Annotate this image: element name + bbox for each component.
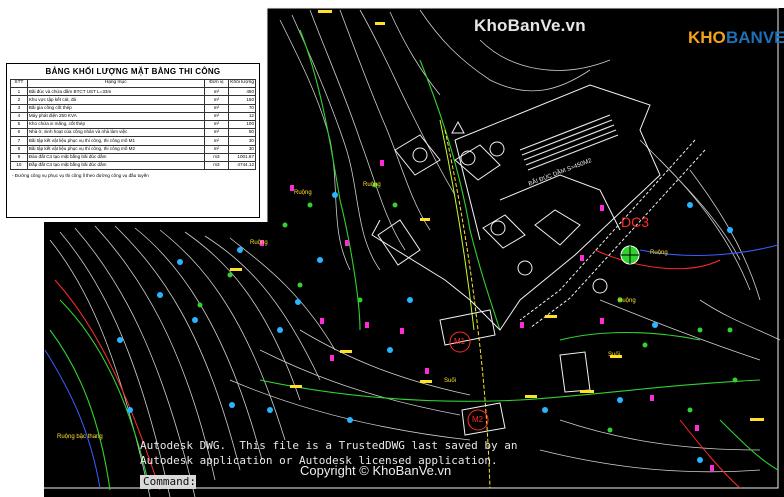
rice-field-label: Ruộng (650, 250, 668, 256)
col-header-quantity: Khối lượng (228, 78, 256, 89)
cell-quantity: 4744.12 (228, 160, 256, 171)
col-header-stt: STT (10, 78, 28, 89)
cell-quantity: 150 (228, 95, 256, 105)
cell-item: Bãi đúc và chứa dầm BTCT UST L=33m (26, 87, 205, 97)
logo-part-banve: BANVE (726, 28, 784, 47)
cell-unit: m² (203, 119, 230, 130)
table-row: 9 Đào đất C4 tạo mặt bằng bãi đúc dầm m3 10… (10, 152, 256, 162)
cell-stt: 7 (10, 136, 28, 146)
brand-text: KhoBanVe.vn (474, 16, 586, 35)
col-header-unit: Đơn vị (203, 78, 230, 89)
cell-item: Bãi gia công cốt thép (26, 103, 205, 113)
stream-label: Suối (444, 378, 457, 384)
cell-quantity: 1001.67 (228, 152, 256, 162)
abutment-m2-label: M2 (472, 415, 484, 424)
cell-stt: 6 (10, 128, 28, 138)
cell-quantity: 30 (228, 136, 256, 146)
table-row: 5 Kho chứa xi măng, cốt thép m² 100 (10, 119, 256, 130)
cell-item: Kho chứa xi măng, cốt thép (26, 119, 205, 130)
table-row: 2 Khu vực tập kết cát, đá m² 150 (10, 95, 256, 105)
stream-label: Suối (608, 352, 621, 358)
cell-stt: 3 (10, 103, 28, 113)
cell-unit: m² (203, 111, 230, 121)
cell-item: Khu vực tập kết cát, đá (26, 95, 205, 105)
cell-unit: m² (203, 87, 230, 97)
cell-unit: m² (203, 95, 230, 105)
notice-line-1: Autodesk DWG. This file is a TrustedDWG … (140, 439, 518, 452)
quantity-table-grid: STT Hạng mục Đơn vị Khối lượng 1 Bãi đúc … (10, 78, 256, 171)
table-row: 6 Nhà ở, sinh hoạt của công nhân và nhà l… (10, 128, 256, 138)
cell-unit: m² (203, 144, 230, 154)
table-row: 4 Máy phát điện 250 KVA m² 12 (10, 111, 256, 121)
abutment-m1-label: M1 (454, 337, 466, 346)
cell-unit: m² (203, 103, 230, 113)
cell-stt: 9 (10, 152, 28, 162)
rice-field-label: Ruộng (250, 240, 268, 246)
terraced-field-label: Ruộng bậc thang (57, 434, 103, 440)
table-row: 7 Bãi tập kết vật liệu phục vụ thi công, … (10, 136, 256, 146)
cell-stt: 1 (10, 87, 28, 97)
cell-unit: m3 (203, 152, 230, 162)
cell-item: Nhà ở, sinh hoạt của công nhân và nhà là… (26, 128, 205, 138)
cell-unit: m3 (203, 160, 230, 171)
cell-item: Đắp đất C4 tạo mặt bằng bãi đúc dầm (26, 160, 205, 171)
rice-field-label: Ruộng (294, 190, 312, 196)
cell-stt: 10 (10, 160, 28, 171)
cell-unit: m² (203, 136, 230, 146)
cell-quantity: 12 (228, 111, 256, 121)
rice-field-label: Ruộng (363, 182, 381, 188)
cell-quantity: 50 (228, 128, 256, 138)
col-header-item: Hạng mục (26, 78, 205, 89)
cell-item: Bãi tập kết vật liệu phục vụ thi công, t… (26, 136, 205, 146)
cell-stt: 4 (10, 111, 28, 121)
table-title: BẢNG KHỐI LƯỢNG MẶT BẰNG THI CÔNG (45, 67, 221, 76)
table-note: - Đường công vụ phục vụ thi công lỉ theo… (12, 173, 149, 179)
cell-quantity: 30 (228, 144, 256, 154)
table-row: 3 Bãi gia công cốt thép m² 70 (10, 103, 256, 113)
cell-item: Máy phát điện 250 KVA (26, 111, 205, 121)
cell-unit: m² (203, 128, 230, 138)
survey-point-dc3[interactable] (620, 245, 640, 265)
dc3-label: DC3 (621, 214, 650, 230)
cell-stt: 8 (10, 144, 28, 154)
cell-quantity: 70 (228, 103, 256, 113)
cell-stt: 5 (10, 119, 28, 130)
copyright-watermark: Copyright © KhoBanVe.vn (300, 463, 452, 478)
table-row: 10 Đắp đất C4 tạo mặt bằng bãi đúc dầm m3 4… (10, 160, 256, 171)
cell-item: Đào đất C4 tạo mặt bằng bãi đúc dầm (26, 152, 205, 162)
cell-quantity: 450 (228, 87, 256, 97)
brand-logo: KHO BANVE (688, 28, 784, 50)
table-row: 1 Bãi đúc và chứa dầm BTCT UST L=33m m² 450 (10, 87, 256, 97)
logo-part-kho: KHO (688, 28, 726, 47)
command-line[interactable]: Command: (140, 475, 196, 489)
quantity-table: BẢNG KHỐI LƯỢNG MẶT BẰNG THI CÔNG STT Hạ… (6, 63, 260, 218)
cell-quantity: 100 (228, 119, 256, 130)
rice-field-label: Ruộng (618, 298, 636, 304)
cell-stt: 2 (10, 95, 28, 105)
cell-item: Bãi tập kết vật liệu phục vụ thi công, t… (26, 144, 205, 154)
table-row: 8 Bãi tập kết vật liệu phục vụ thi công, … (10, 144, 256, 154)
table-header-row: STT Hạng mục Đơn vị Khối lượng (10, 78, 256, 89)
